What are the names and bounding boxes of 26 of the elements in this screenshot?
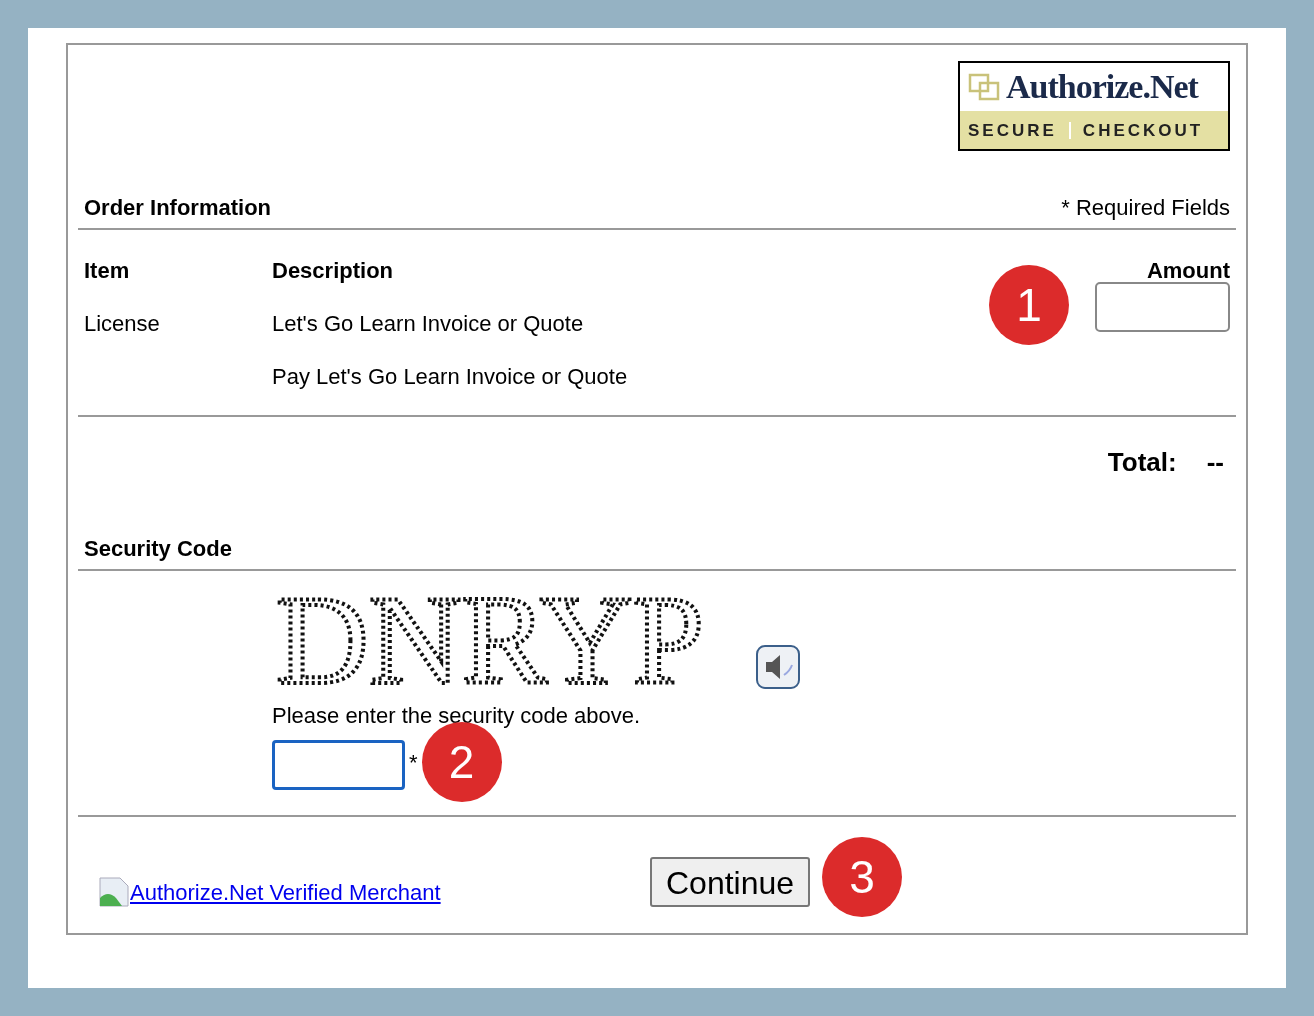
- total-label: Total:: [1107, 446, 1177, 479]
- logo-brand: Authorize.Net: [1006, 70, 1198, 104]
- column-header: Description: [272, 257, 395, 285]
- step-number-badge: 1: [989, 265, 1069, 345]
- column-header: Amount: [1146, 257, 1230, 285]
- required-mark: *: [409, 748, 418, 777]
- squares-icon: [968, 73, 1002, 101]
- item-description: Let's Go Learn Invoice or Quote: [272, 310, 585, 338]
- total-value: --: [1206, 446, 1224, 479]
- broken-image-icon: [98, 876, 130, 908]
- continue-button[interactable]: Continue: [650, 857, 811, 907]
- security-code-field[interactable]: [272, 740, 405, 790]
- item-note: Pay Let's Go Learn Invoice or Quote: [272, 363, 629, 391]
- section-heading: Security Code: [84, 536, 232, 561]
- captcha-text: DNRYP: [272, 589, 708, 689]
- step-number-badge: 2: [421, 722, 502, 802]
- verified-merchant-link[interactable]: Authorize.Net Verified Merchant: [130, 875, 441, 909]
- amount-field[interactable]: [1095, 282, 1230, 332]
- column-header: Item: [84, 257, 131, 285]
- speaker-icon[interactable]: [756, 645, 800, 689]
- section-heading: Order Information: [84, 194, 271, 222]
- step-number-badge: 3: [822, 837, 903, 917]
- logo-tagline: CHECKOUT: [1081, 121, 1204, 139]
- logo-tagline: SECURE: [968, 121, 1071, 139]
- item-name: License: [84, 310, 161, 338]
- required-fields-note: * Required Fields: [1061, 194, 1230, 222]
